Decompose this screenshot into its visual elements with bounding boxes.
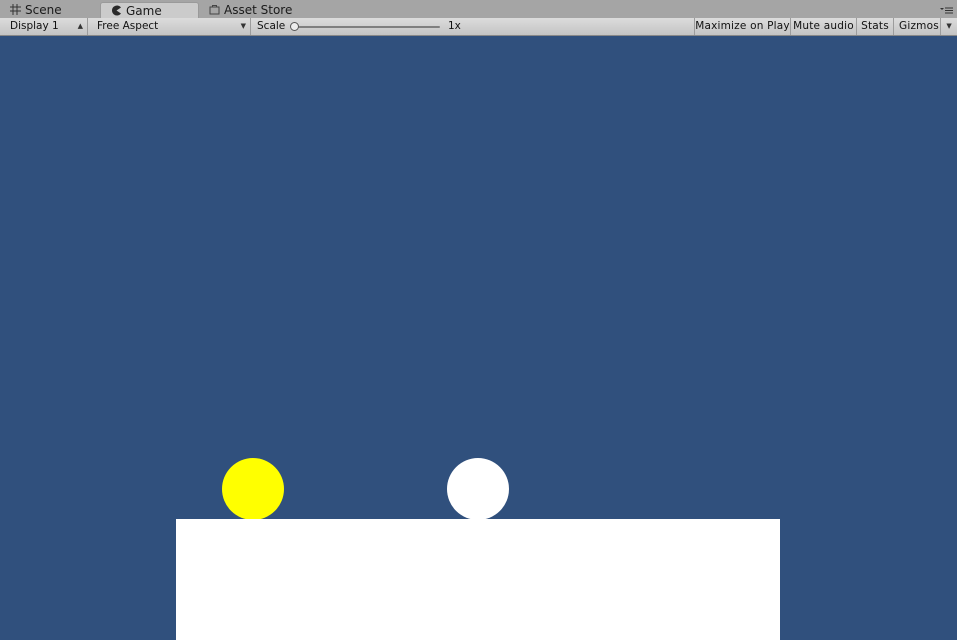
white-ball [447, 458, 509, 520]
game-view-toolbar: Display 1 ▲ Free Aspect ▼ Scale 1x Maxim… [0, 18, 957, 36]
asset-store-bag-icon [209, 5, 220, 15]
game-pacman-icon [112, 5, 121, 16]
display-dropdown[interactable]: Display 1 ▲ [4, 18, 88, 35]
scale-label: Scale [257, 20, 286, 32]
mute-audio-button[interactable]: Mute audio [790, 18, 856, 35]
maximize-on-play-button[interactable]: Maximize on Play [694, 18, 790, 35]
scene-grid-icon [10, 4, 21, 15]
display-dropdown-label: Display 1 [10, 20, 59, 32]
game-viewport[interactable] [0, 36, 957, 640]
tab-context-menu-icon[interactable] [940, 5, 953, 15]
aspect-dropdown-label: Free Aspect [97, 20, 159, 32]
tab-game-label: Game [126, 4, 162, 18]
scale-slider-thumb[interactable] [290, 22, 299, 31]
tab-scene[interactable]: Scene [4, 2, 96, 18]
tab-asset-store[interactable]: Asset Store [203, 2, 313, 18]
scale-slider-track[interactable] [298, 26, 440, 28]
chevron-down-icon: ▼ [946, 22, 952, 30]
tab-asset-store-label: Asset Store [224, 3, 293, 17]
stats-button[interactable]: Stats [856, 18, 893, 35]
gizmos-label: Gizmos [899, 20, 939, 32]
tab-scene-label: Scene [25, 3, 62, 17]
gizmos-dropdown[interactable]: Gizmos ▼ [893, 18, 957, 35]
chevron-down-icon: ▼ [240, 22, 246, 30]
tab-game[interactable]: Game [100, 2, 199, 18]
scale-value: 1x [448, 20, 461, 32]
gizmos-divider [940, 18, 941, 35]
ground-platform [176, 519, 780, 640]
aspect-dropdown[interactable]: Free Aspect ▼ [91, 18, 251, 35]
up-down-arrows-icon: ▲ [77, 22, 83, 30]
yellow-ball [222, 458, 284, 520]
editor-tab-bar: Scene Game Asset Store [0, 0, 957, 19]
